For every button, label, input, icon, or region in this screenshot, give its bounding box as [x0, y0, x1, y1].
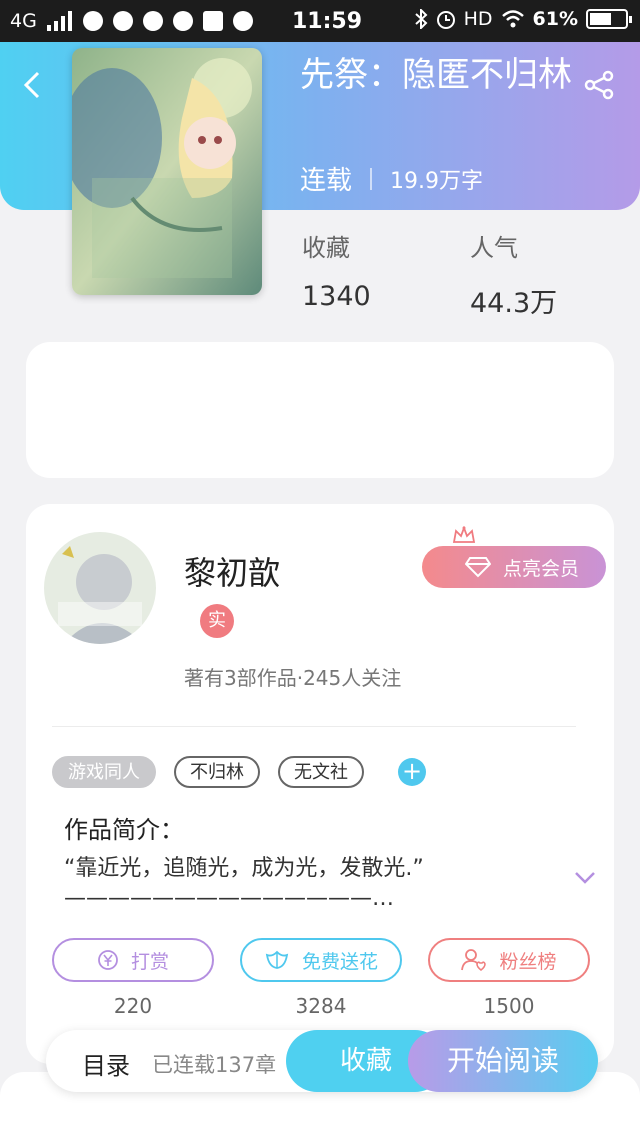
browser-icon	[82, 11, 103, 31]
signal-icon	[46, 11, 72, 31]
chapter-status[interactable]: 已连载137章	[152, 1049, 276, 1079]
tag-item[interactable]: 游戏同人	[52, 756, 156, 788]
verified-badge: 实	[200, 604, 234, 638]
crown-icon	[452, 526, 476, 543]
wechat-icon	[142, 11, 163, 31]
author-stats: 著有3部作品·245人关注	[184, 666, 402, 690]
fans-count: 1500	[483, 994, 535, 1018]
serial-status: 连载	[300, 166, 353, 196]
add-tag-button[interactable]: +	[398, 758, 426, 786]
author-name[interactable]: 黎初歆	[184, 548, 280, 594]
tag-item[interactable]: 不归林	[174, 756, 260, 788]
tip-count: 220	[113, 994, 153, 1018]
tip-label: 打赏	[130, 950, 169, 973]
book-meta: 连载 19.9万字	[300, 160, 483, 197]
qq-icon	[112, 11, 133, 31]
yen-icon	[98, 950, 118, 970]
battery-percent: 61%	[532, 8, 578, 30]
intro-text: “靠近光，追随光，成为光，发散光.” ——————————————…	[64, 854, 534, 914]
tag-item[interactable]: 无文社	[278, 756, 364, 788]
alarm-icon	[436, 11, 455, 29]
bluetooth-icon	[414, 9, 428, 29]
popularity-value: 44.3万	[470, 288, 558, 319]
send-flower-button[interactable]: 免费送花	[240, 938, 402, 982]
word-count: 19.9万字	[390, 168, 484, 194]
s-app-icon	[202, 11, 223, 31]
popularity-stat: 人气 44.3万	[470, 228, 557, 320]
flower-count: 3284	[295, 994, 347, 1018]
fans-rank-label: 粉丝榜	[499, 950, 557, 973]
battery-icon	[586, 9, 632, 29]
vip-button[interactable]: 点亮会员	[422, 546, 606, 588]
author-avatar[interactable]	[44, 532, 156, 644]
book-title: 先祭：隐匿不归林	[300, 55, 572, 95]
book-cover-illustration	[72, 48, 262, 295]
favorites-label: 收藏	[302, 234, 350, 262]
send-flower-label: 免费送花	[301, 950, 378, 973]
meta-divider	[370, 167, 373, 190]
tag-list: 游戏同人 不归林 无文社 +	[52, 756, 426, 788]
bottom-action-bar: 目录 已连载137章 收藏 开始阅读	[46, 1030, 598, 1092]
author-card: 黎初歆 实 点亮会员 著有3部作品·245人关注 游戏同人 不归林 无文社 + …	[26, 504, 614, 1064]
hd-indicator: HD	[463, 8, 493, 30]
flower-icon	[265, 950, 289, 969]
tip-button[interactable]: 打赏	[52, 938, 214, 982]
divider	[52, 726, 576, 727]
cloud-icon	[172, 11, 193, 31]
status-bar: 4G 11:59 HD 61%	[0, 0, 640, 42]
fans-icon	[461, 949, 487, 972]
message-icon	[232, 11, 253, 31]
toc-button[interactable]: 目录	[82, 1046, 130, 1081]
book-cover[interactable]	[72, 48, 262, 295]
favorites-stat: 收藏 1340	[302, 228, 371, 312]
fans-rank-button[interactable]: 粉丝榜	[428, 938, 590, 982]
action-row: 打赏 220 免费送花 3284 粉丝榜 1500	[52, 938, 592, 1028]
blank-card	[26, 342, 614, 478]
chevron-left-icon	[23, 71, 40, 99]
intro-body: “靠近光，追随光，成为光，发散光.” ——————————————…	[64, 856, 424, 911]
favorites-value: 1340	[302, 281, 371, 312]
network-type: 4G	[10, 10, 37, 32]
popularity-label: 人气	[470, 234, 518, 262]
clock: 11:59	[292, 9, 363, 34]
vip-label: 点亮会员	[502, 557, 579, 580]
back-button[interactable]	[22, 70, 52, 100]
wifi-icon	[501, 10, 524, 28]
intro-title: 作品简介：	[64, 816, 184, 844]
author-avatar-icon	[44, 532, 156, 644]
chevron-down-icon[interactable]	[574, 870, 596, 886]
diamond-icon	[464, 557, 491, 578]
start-reading-button[interactable]: 开始阅读	[408, 1030, 598, 1092]
